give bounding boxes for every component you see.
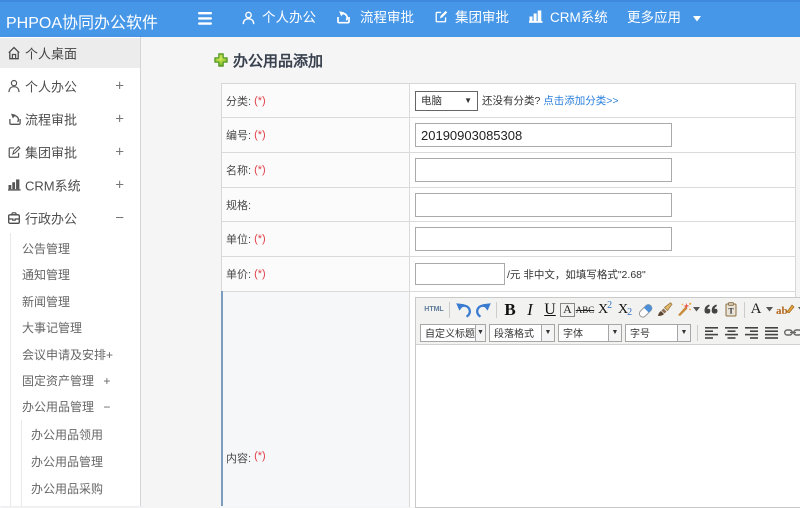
svg-text:T: T bbox=[728, 307, 734, 316]
svg-text:ab: ab bbox=[776, 305, 788, 317]
